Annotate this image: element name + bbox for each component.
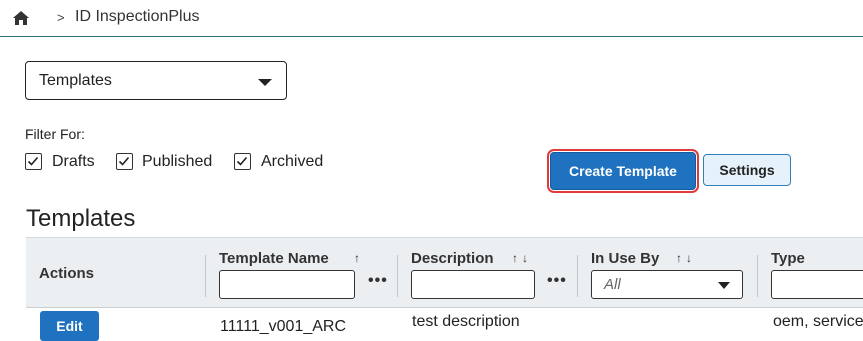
home-icon[interactable] <box>12 10 30 26</box>
sort-icon[interactable]: ↑↓ <box>512 251 532 265</box>
cell-description: test description <box>412 313 520 330</box>
column-header-description[interactable]: Description <box>411 250 494 267</box>
cell-template-name: 11111_v001_ARC <box>220 318 347 335</box>
caret-down-icon <box>258 79 272 86</box>
filter-label: Filter For: <box>25 126 85 142</box>
column-header-type[interactable]: Type <box>771 250 805 267</box>
view-select[interactable]: Templates <box>25 61 287 100</box>
check-icon <box>118 156 130 166</box>
settings-button[interactable]: Settings <box>703 154 791 186</box>
section-title: Templates <box>26 205 136 232</box>
drafts-checkbox[interactable] <box>25 153 42 170</box>
column-header-in-use-by[interactable]: In Use By <box>591 250 659 267</box>
in-use-by-filter-select[interactable]: All <box>591 270 743 299</box>
top-bar: > ID InspectionPlus <box>0 0 863 37</box>
column-header-template-name[interactable]: Template Name <box>219 250 329 267</box>
column-header-actions: Actions <box>39 265 95 282</box>
view-select-value: Templates <box>39 72 112 89</box>
published-label: Published <box>142 153 213 170</box>
breadcrumb-current[interactable]: ID InspectionPlus <box>75 8 200 26</box>
caret-down-icon <box>718 282 730 289</box>
check-icon <box>236 156 248 166</box>
sort-icon[interactable]: ↑ <box>354 251 364 265</box>
column-divider <box>577 255 578 297</box>
create-template-button[interactable]: Create Template <box>547 149 699 193</box>
column-divider <box>397 255 398 297</box>
published-checkbox[interactable] <box>116 153 133 170</box>
archived-label: Archived <box>261 153 324 170</box>
more-options-icon[interactable]: ••• <box>547 272 567 290</box>
template-name-filter-input[interactable] <box>219 270 355 299</box>
drafts-label: Drafts <box>52 153 95 170</box>
sort-icon[interactable]: ↑↓ <box>676 251 696 265</box>
breadcrumb-separator: > <box>57 10 65 25</box>
more-options-icon[interactable]: ••• <box>368 272 388 290</box>
check-icon <box>27 156 39 166</box>
column-divider <box>757 255 758 297</box>
type-filter-input[interactable] <box>771 270 863 299</box>
column-divider <box>205 255 206 297</box>
archived-checkbox[interactable] <box>234 153 251 170</box>
description-filter-input[interactable] <box>411 270 535 299</box>
in-use-by-filter-value: All <box>604 276 621 293</box>
cell-type: oem, service <box>773 313 863 330</box>
edit-button[interactable]: Edit <box>40 311 99 341</box>
